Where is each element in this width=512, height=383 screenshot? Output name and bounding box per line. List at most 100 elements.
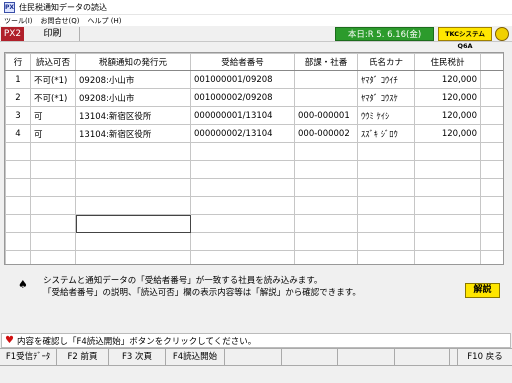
empty-row[interactable]	[5, 178, 503, 197]
table-cell[interactable]: 09208:小山市	[75, 88, 191, 107]
table-cell[interactable]	[294, 232, 358, 251]
table-cell[interactable]	[357, 232, 415, 251]
table-cell[interactable]	[30, 196, 76, 215]
table-cell[interactable]	[357, 196, 415, 215]
f6-button[interactable]	[282, 349, 338, 366]
table-cell[interactable]	[480, 232, 503, 251]
menu-help[interactable]: ヘルプ (H)	[84, 16, 126, 26]
print-button[interactable]: 印刷	[26, 27, 80, 41]
table-row[interactable]: 3 可 13104:新宿区役所 000000001/13104 000-000001 ｳｳ…	[5, 106, 503, 125]
table-cell[interactable]: 可	[30, 106, 76, 125]
table-cell[interactable]	[414, 232, 481, 251]
table-cell[interactable]: ｳｳﾐ ｹｲｼ	[357, 106, 415, 125]
table-cell[interactable]	[294, 250, 358, 264]
table-cell[interactable]: 120,000	[414, 70, 481, 89]
table-cell[interactable]: 1	[5, 70, 31, 89]
table-cell[interactable]	[5, 196, 31, 215]
table-cell[interactable]: 2	[5, 88, 31, 107]
table-cell[interactable]	[30, 178, 76, 197]
table-cell[interactable]	[357, 160, 415, 179]
table-cell[interactable]	[75, 178, 191, 197]
table-cell[interactable]	[480, 250, 503, 264]
table-cell[interactable]	[357, 178, 415, 197]
table-cell[interactable]	[480, 142, 503, 161]
empty-row[interactable]	[5, 142, 503, 161]
table-row[interactable]: 4 可 13104:新宿区役所 000000002/13104 000-000002 ｽｽ…	[5, 124, 503, 143]
table-cell[interactable]	[414, 142, 481, 161]
table-cell[interactable]: ｽｽﾞｷ ｼﾞﾛｳ	[357, 124, 415, 143]
table-cell[interactable]: 001000002/09208	[190, 88, 295, 107]
table-cell[interactable]	[5, 142, 31, 161]
table-cell[interactable]	[190, 232, 295, 251]
table-cell[interactable]	[190, 196, 295, 215]
f7-button[interactable]	[338, 349, 395, 366]
table-cell[interactable]	[357, 250, 415, 264]
table-cell[interactable]	[30, 214, 76, 233]
table-cell[interactable]	[480, 106, 503, 125]
table-row[interactable]: 2 不可(*1) 09208:小山市 001000002/09208 ﾔﾏﾀﾞ ｺｳｽｹ…	[5, 88, 503, 107]
table-cell[interactable]	[414, 160, 481, 179]
table-cell[interactable]	[5, 178, 31, 197]
table-cell[interactable]: 13104:新宿区役所	[75, 124, 191, 143]
empty-row[interactable]	[5, 196, 503, 215]
table-cell[interactable]	[357, 142, 415, 161]
table-cell[interactable]	[30, 232, 76, 251]
table-cell[interactable]: 不可(*1)	[30, 88, 76, 107]
table-cell[interactable]	[190, 214, 295, 233]
table-cell[interactable]	[30, 250, 76, 264]
table-cell[interactable]: 09208:小山市	[75, 70, 191, 89]
f2-button[interactable]: F2 前頁	[57, 349, 109, 366]
table-cell[interactable]: 000-000002	[294, 124, 358, 143]
table-cell[interactable]: 000000002/13104	[190, 124, 295, 143]
table-cell[interactable]: 000000001/13104	[190, 106, 295, 125]
table-cell[interactable]	[480, 214, 503, 233]
table-cell[interactable]: 120,000	[414, 124, 481, 143]
f3-button[interactable]: F3 次頁	[109, 349, 166, 366]
table-cell[interactable]	[75, 196, 191, 215]
table-cell[interactable]	[5, 250, 31, 264]
table-cell[interactable]	[414, 250, 481, 264]
table-cell[interactable]: 000-000001	[294, 106, 358, 125]
f1-button[interactable]: F1受信ﾃﾞｰﾀ	[0, 349, 57, 366]
table-cell[interactable]	[30, 142, 76, 161]
table-cell[interactable]	[480, 124, 503, 143]
table-cell[interactable]	[294, 214, 358, 233]
table-cell[interactable]	[75, 250, 191, 264]
table-cell[interactable]: 可	[30, 124, 76, 143]
empty-row[interactable]	[5, 250, 503, 264]
table-cell[interactable]	[30, 160, 76, 179]
table-cell[interactable]	[5, 214, 31, 233]
table-cell[interactable]	[480, 196, 503, 215]
table-cell[interactable]	[480, 70, 503, 89]
table-cell[interactable]	[357, 214, 415, 233]
table-cell[interactable]	[75, 214, 191, 233]
table-cell[interactable]: ﾔﾏﾀﾞ ｺｳｲﾁ	[357, 70, 415, 89]
table-cell[interactable]	[294, 196, 358, 215]
table-cell[interactable]	[190, 250, 295, 264]
table-cell[interactable]: 4	[5, 124, 31, 143]
table-cell[interactable]	[5, 160, 31, 179]
table-cell[interactable]	[75, 142, 191, 161]
menu-tools[interactable]: ツール(I)	[0, 16, 37, 26]
empty-row[interactable]	[5, 160, 503, 179]
table-cell[interactable]	[480, 88, 503, 107]
table-cell[interactable]	[294, 178, 358, 197]
table-cell[interactable]: 120,000	[414, 106, 481, 125]
table-cell[interactable]: 不可(*1)	[30, 70, 76, 89]
table-cell[interactable]	[294, 88, 358, 107]
f9-button[interactable]	[450, 349, 458, 366]
f5-button[interactable]	[225, 349, 282, 366]
table-cell[interactable]	[414, 178, 481, 197]
table-cell[interactable]	[414, 196, 481, 215]
empty-row[interactable]	[5, 214, 503, 233]
table-cell[interactable]	[294, 160, 358, 179]
table-cell[interactable]	[190, 142, 295, 161]
table-cell[interactable]: 13104:新宿区役所	[75, 106, 191, 125]
table-cell[interactable]	[480, 160, 503, 179]
table-cell[interactable]	[75, 160, 191, 179]
table-cell[interactable]: 120,000	[414, 88, 481, 107]
f8-button[interactable]	[395, 349, 450, 366]
empty-row[interactable]	[5, 232, 503, 251]
table-cell[interactable]: ﾔﾏﾀﾞ ｺｳｽｹ	[357, 88, 415, 107]
table-cell[interactable]	[480, 178, 503, 197]
